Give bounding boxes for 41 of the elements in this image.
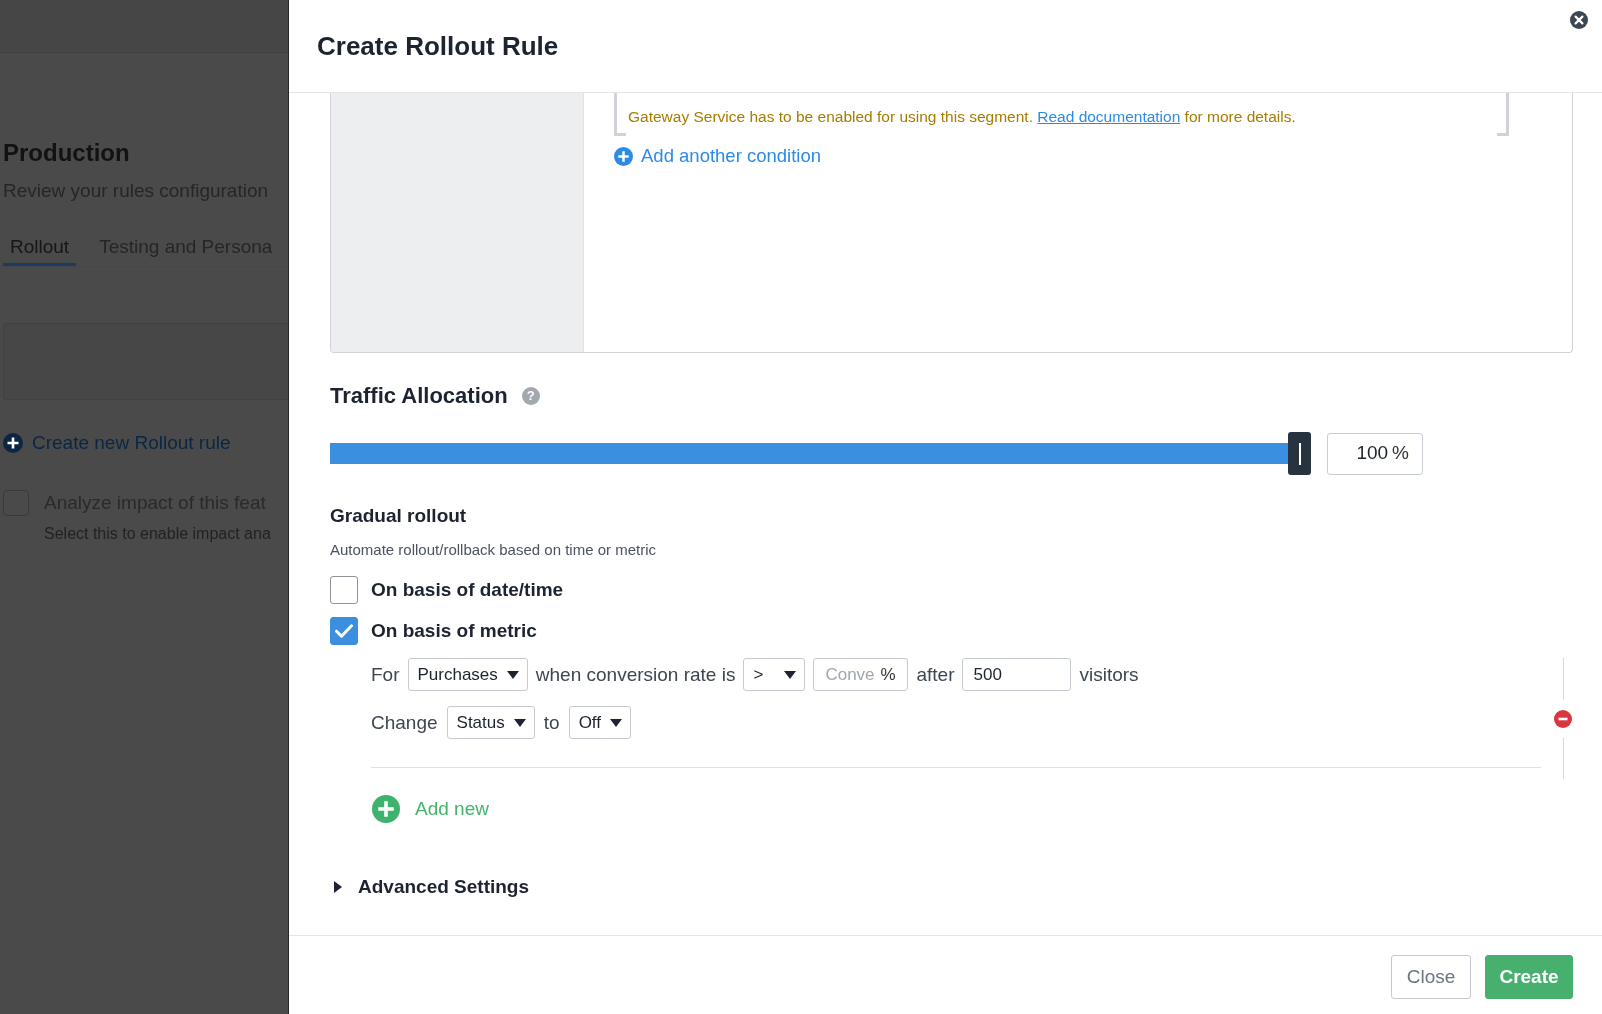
rule-text: For [371,662,400,687]
caret-down-icon [506,670,519,679]
section-title: Traffic Allocation [330,382,508,410]
rule-text: to [543,710,560,735]
add-condition-link[interactable]: Add another condition [614,144,821,168]
rule-text: Change [371,710,438,735]
plus-icon[interactable] [3,433,23,453]
percent-field[interactable]: 100 % [1327,432,1423,475]
checkbox[interactable] [330,576,358,604]
dropdown[interactable]: > [743,658,806,691]
dropdown[interactable]: Purchases [407,658,528,691]
slider-handle[interactable] [1288,432,1311,475]
checkbox[interactable] [330,617,358,645]
caret-down-icon [513,718,526,727]
percent-input[interactable]: 100 [1344,439,1389,468]
checkmark-icon [335,624,353,638]
documentation-link[interactable]: Read documentation [1037,108,1181,125]
text-input[interactable]: 500 [962,658,1072,691]
rate-input[interactable]: Conve [825,661,881,688]
remove-icon[interactable] [1554,709,1572,728]
rule-text: after [916,662,955,687]
unit-label: % [880,663,896,686]
caret-down-icon [784,670,797,679]
input-field[interactable]: Conve % [813,658,909,691]
warning-message: Gateway Service has to be enabled for using this segment. Read documentation for more details. [628,107,1296,127]
checkbox-label: On basis of metric [371,619,537,643]
slider-track[interactable] [330,432,1311,475]
dropdown[interactable]: Off [568,706,631,739]
rule-text: when conversion rate is [535,662,736,687]
dialog-title: Create Rollout Rule [317,30,559,63]
unit-label: % [1392,441,1409,466]
section-description: Automate rollout/rollback based on time or metric [330,540,656,560]
page-heading: Production [3,138,130,168]
section-title: Gradual rollout [330,504,467,528]
close-icon[interactable] [1570,11,1588,29]
dropdown[interactable]: Status [446,706,535,739]
checkbox-label: On basis of date/time [371,578,564,602]
rule-text: visitors [1079,662,1139,687]
caret-down-icon [610,718,622,727]
close-button[interactable]: Close [1391,955,1471,999]
advanced-settings-toggle[interactable]: Advanced Settings [334,874,530,900]
